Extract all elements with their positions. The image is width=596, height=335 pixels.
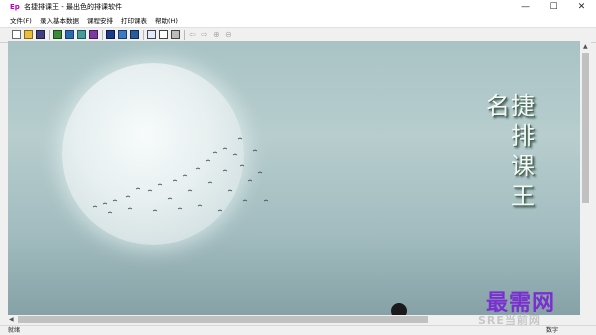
preview-icon[interactable] bbox=[159, 30, 168, 39]
menu-help[interactable]: 帮助(H) bbox=[155, 16, 178, 26]
birds-illustration bbox=[92, 137, 407, 315]
toolbar-separator bbox=[102, 30, 103, 40]
save-icon[interactable] bbox=[36, 30, 45, 39]
teacher-icon[interactable] bbox=[53, 30, 62, 39]
calligraphy-char: 排 bbox=[511, 122, 535, 150]
title-calligraphy-right: 捷 排 课 王 bbox=[508, 91, 538, 211]
export-icon[interactable] bbox=[130, 30, 139, 39]
calligraphy-char: 捷 bbox=[511, 92, 535, 120]
toolbar-separator bbox=[49, 30, 50, 40]
class-icon[interactable] bbox=[65, 30, 74, 39]
close-button[interactable]: ✕ bbox=[568, 0, 595, 15]
toolbar-separator bbox=[143, 30, 144, 40]
calligraphy-char: 王 bbox=[511, 182, 535, 210]
app-icon: Ep bbox=[10, 3, 20, 11]
room-icon[interactable] bbox=[89, 30, 98, 39]
calligraphy-char: 课 bbox=[511, 152, 535, 180]
maximize-button[interactable]: ☐ bbox=[540, 0, 567, 15]
minimize-button[interactable]: — bbox=[512, 0, 539, 15]
zoom-in-icon[interactable]: ⊕ bbox=[213, 30, 222, 39]
new-file-icon[interactable] bbox=[12, 30, 21, 39]
view-icon[interactable] bbox=[147, 30, 156, 39]
status-numlock: 数字 bbox=[546, 327, 559, 334]
adjust-icon[interactable] bbox=[118, 30, 127, 39]
splash-canvas: 名 捷 捷 排 课 王 bbox=[8, 41, 580, 315]
scroll-left-icon[interactable]: ◀ bbox=[9, 316, 14, 323]
menu-bar: 文件(F) 录入基本数据 课程安排 打印课表 帮助(H) bbox=[0, 15, 596, 27]
course-icon[interactable] bbox=[77, 30, 86, 39]
menu-course-arrangement[interactable]: 课程安排 bbox=[87, 16, 113, 26]
horizontal-scroll-thumb[interactable] bbox=[18, 316, 428, 323]
window-title: 名捷排课王 - 最出色的排课软件 bbox=[24, 3, 122, 11]
toolbar-separator bbox=[184, 30, 185, 40]
title-bar: Ep 名捷排课王 - 最出色的排课软件 — ☐ ✕ bbox=[0, 0, 596, 15]
forward-arrow-icon[interactable]: ⇨ bbox=[201, 30, 210, 39]
menu-print-schedule[interactable]: 打印课表 bbox=[121, 16, 147, 26]
back-arrow-icon[interactable]: ⇦ bbox=[189, 30, 198, 39]
scroll-up-icon[interactable]: ▲ bbox=[583, 43, 588, 50]
menu-file[interactable]: 文件(F) bbox=[10, 16, 32, 26]
schedule-icon[interactable] bbox=[106, 30, 115, 39]
menu-basic-data[interactable]: 录入基本数据 bbox=[40, 16, 79, 26]
vertical-scroll-thumb[interactable] bbox=[582, 53, 589, 203]
vertical-scrollbar[interactable]: ▲ bbox=[580, 41, 591, 315]
print-icon[interactable] bbox=[171, 30, 180, 39]
status-ready: 就绪 bbox=[8, 327, 21, 334]
zoom-out-icon[interactable]: ⊖ bbox=[225, 30, 234, 39]
open-folder-icon[interactable] bbox=[24, 30, 33, 39]
figure-silhouette bbox=[391, 303, 407, 315]
